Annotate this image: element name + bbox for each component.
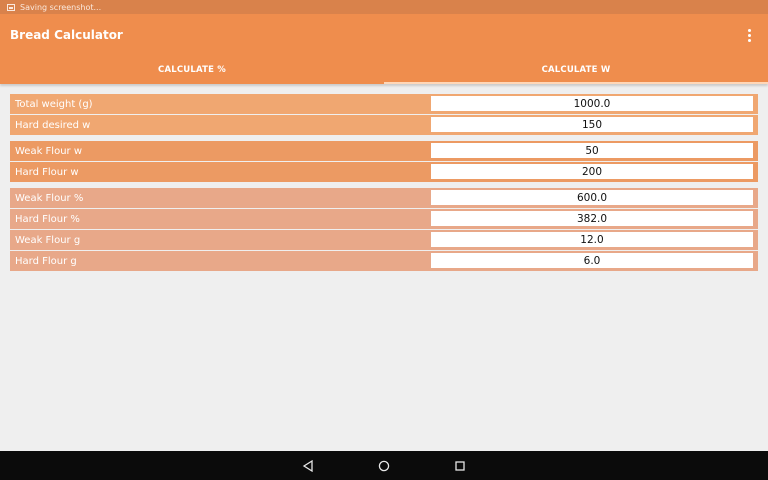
status-notification-text: Saving screenshot... <box>20 2 102 12</box>
weak-flour-percent-label: Weak Flour % <box>15 192 84 204</box>
row-hard-flour-g: Hard Flour g 6.0 <box>10 251 758 271</box>
input-group: Total weight (g) 1000.0 Hard desired w 1… <box>10 94 758 135</box>
total-weight-label: Total weight (g) <box>15 98 93 110</box>
hard-flour-g-value: 6.0 <box>431 253 753 268</box>
recents-icon[interactable] <box>453 459 467 473</box>
tab-bar: CALCULATE % CALCULATE W <box>0 56 768 84</box>
row-hard-desired-w: Hard desired w 150 <box>10 115 758 135</box>
hard-flour-g-label: Hard Flour g <box>15 255 77 267</box>
hard-flour-percent-value: 382.0 <box>431 211 753 226</box>
screenshot-icon <box>7 3 15 11</box>
tab-calculate-percent[interactable]: CALCULATE % <box>0 56 384 84</box>
home-icon[interactable] <box>377 459 391 473</box>
hard-desired-w-input[interactable]: 150 <box>431 117 753 132</box>
weak-flour-g-label: Weak Flour g <box>15 234 81 246</box>
weak-flour-w-label: Weak Flour w <box>15 145 83 157</box>
weak-flour-w-input[interactable]: 50 <box>431 143 753 158</box>
row-total-weight: Total weight (g) 1000.0 <box>10 94 758 114</box>
hard-flour-w-input[interactable]: 200 <box>431 164 753 179</box>
calculator-form: Total weight (g) 1000.0 Hard desired w 1… <box>10 94 758 277</box>
back-icon[interactable] <box>301 459 315 473</box>
row-hard-flour-percent: Hard Flour % 382.0 <box>10 209 758 229</box>
row-hard-flour-w: Hard Flour w 200 <box>10 162 758 182</box>
result-group: Weak Flour % 600.0 Hard Flour % 382.0 We… <box>10 188 758 271</box>
app-title: Bread Calculator <box>10 28 123 42</box>
weak-flour-g-value: 12.0 <box>431 232 753 247</box>
hard-desired-w-label: Hard desired w <box>15 119 91 131</box>
navigation-bar <box>0 451 768 480</box>
app-bar: Bread Calculator <box>0 14 768 56</box>
row-weak-flour-g: Weak Flour g 12.0 <box>10 230 758 250</box>
total-weight-input[interactable]: 1000.0 <box>431 96 753 111</box>
status-bar: Saving screenshot... <box>0 0 768 14</box>
row-weak-flour-percent: Weak Flour % 600.0 <box>10 188 758 208</box>
hard-flour-percent-label: Hard Flour % <box>15 213 80 225</box>
more-vert-icon[interactable] <box>742 26 756 44</box>
row-weak-flour-w: Weak Flour w 50 <box>10 141 758 161</box>
hard-flour-w-label: Hard Flour w <box>15 166 79 178</box>
tab-calculate-weight[interactable]: CALCULATE W <box>384 56 768 84</box>
weak-flour-percent-value: 600.0 <box>431 190 753 205</box>
flour-input-group: Weak Flour w 50 Hard Flour w 200 <box>10 141 758 182</box>
